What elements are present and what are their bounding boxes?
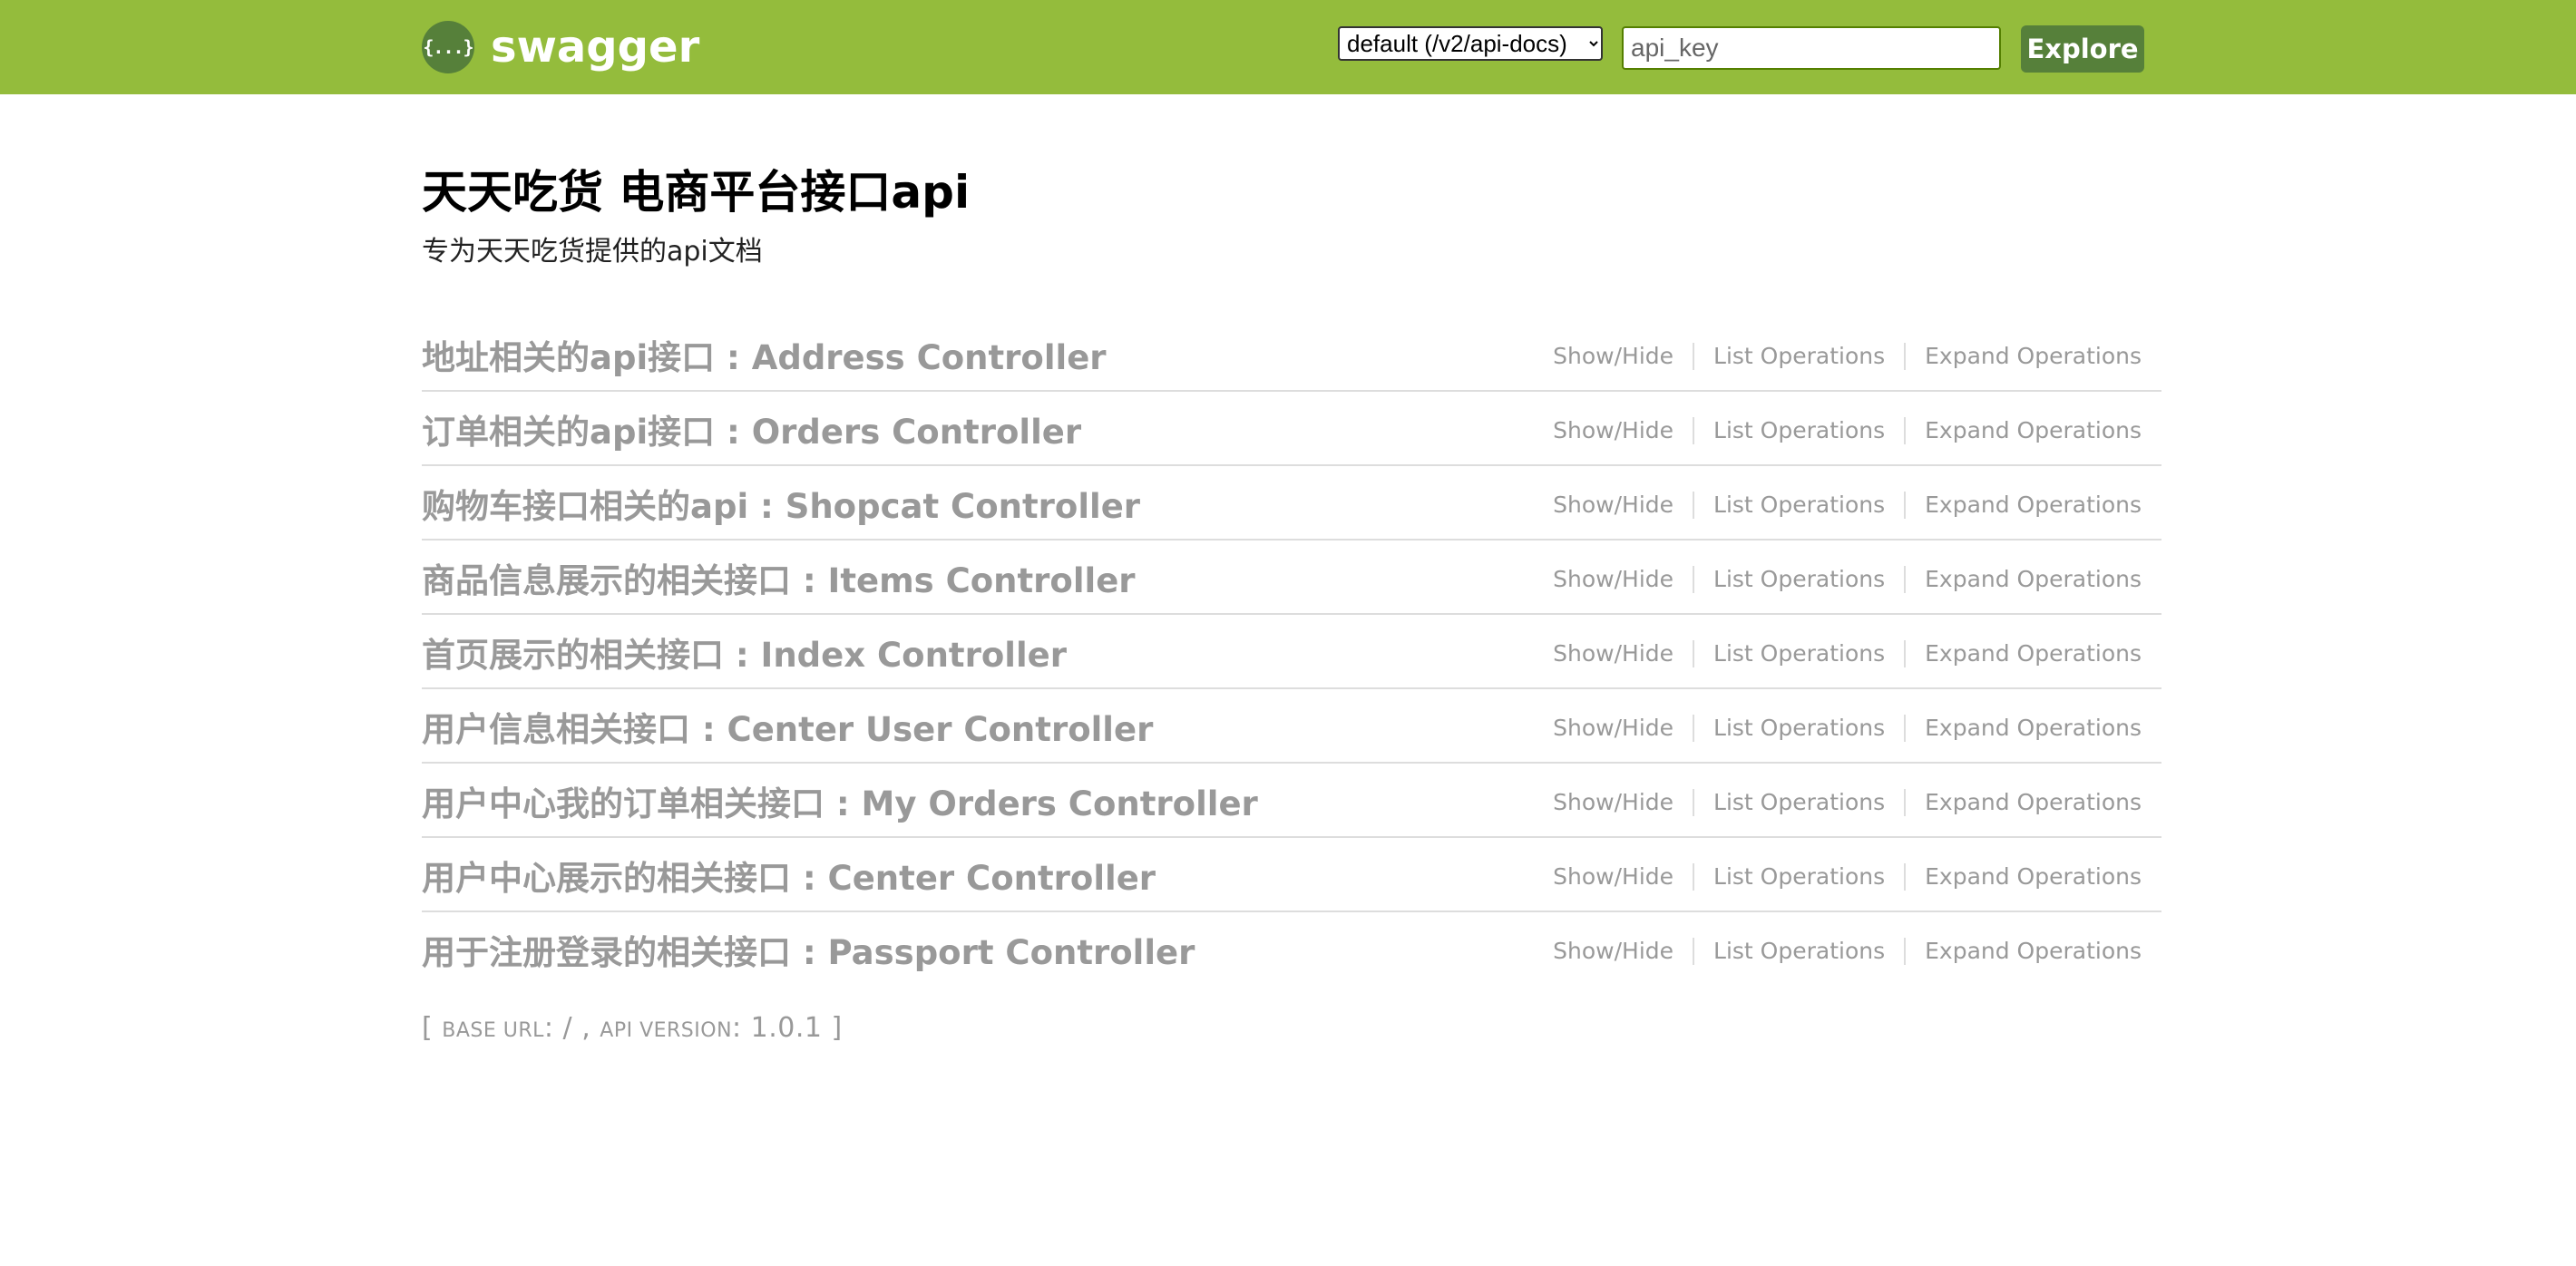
show-hide-link[interactable]: Show/Hide bbox=[1534, 938, 1693, 965]
base-url-value: : / , bbox=[543, 1012, 600, 1044]
show-hide-link[interactable]: Show/Hide bbox=[1534, 715, 1693, 742]
show-hide-link[interactable]: Show/Hide bbox=[1534, 863, 1693, 891]
api-key-input[interactable] bbox=[1622, 26, 2001, 70]
expand-operations-link[interactable]: Expand Operations bbox=[1904, 417, 2142, 444]
resource-operations: Show/Hide List Operations Expand Operati… bbox=[1534, 863, 2142, 891]
expand-operations-link[interactable]: Expand Operations bbox=[1904, 863, 2142, 891]
base-url-label: base url bbox=[442, 1019, 544, 1042]
resource-name-link[interactable]: 订单相关的api接口 : Orders Controller bbox=[422, 404, 1081, 453]
show-hide-link[interactable]: Show/Hide bbox=[1534, 789, 1693, 816]
resource-name-link[interactable]: 商品信息展示的相关接口 : Items Controller bbox=[422, 553, 1136, 602]
list-operations-link[interactable]: List Operations bbox=[1693, 566, 1904, 593]
swagger-brand[interactable]: {...} swagger bbox=[422, 18, 699, 76]
resource-row: 商品信息展示的相关接口 : Items Controller Show/Hide… bbox=[422, 540, 2161, 615]
brand-name: swagger bbox=[491, 22, 700, 73]
swagger-logo-icon: {...} bbox=[422, 21, 474, 73]
top-header: {...} swagger default (/v2/api-docs) Exp… bbox=[0, 0, 2576, 94]
show-hide-link[interactable]: Show/Hide bbox=[1534, 566, 1693, 593]
expand-operations-link[interactable]: Expand Operations bbox=[1904, 566, 2142, 593]
resource-operations: Show/Hide List Operations Expand Operati… bbox=[1534, 566, 2142, 593]
list-operations-link[interactable]: List Operations bbox=[1693, 715, 1904, 742]
resource-name-link[interactable]: 购物车接口相关的api : Shopcat Controller bbox=[422, 479, 1140, 528]
resource-operations: Show/Hide List Operations Expand Operati… bbox=[1534, 938, 2142, 965]
resource-row: 地址相关的api接口 : Address Controller Show/Hid… bbox=[422, 317, 2161, 392]
resource-operations: Show/Hide List Operations Expand Operati… bbox=[1534, 492, 2142, 519]
expand-operations-link[interactable]: Expand Operations bbox=[1904, 492, 2142, 519]
expand-operations-link[interactable]: Expand Operations bbox=[1904, 715, 2142, 742]
list-operations-link[interactable]: List Operations bbox=[1693, 938, 1904, 965]
expand-operations-link[interactable]: Expand Operations bbox=[1904, 789, 2142, 816]
list-operations-link[interactable]: List Operations bbox=[1693, 492, 1904, 519]
list-operations-link[interactable]: List Operations bbox=[1693, 343, 1904, 370]
resource-row: 用户信息相关接口 : Center User Controller Show/H… bbox=[422, 689, 2161, 764]
resource-name-link[interactable]: 首页展示的相关接口 : Index Controller bbox=[422, 628, 1067, 677]
resource-list: 地址相关的api接口 : Address Controller Show/Hid… bbox=[422, 317, 2161, 987]
resource-operations: Show/Hide List Operations Expand Operati… bbox=[1534, 417, 2142, 444]
resource-row: 用户中心我的订单相关接口 : My Orders Controller Show… bbox=[422, 764, 2161, 838]
list-operations-link[interactable]: List Operations bbox=[1693, 789, 1904, 816]
resource-operations: Show/Hide List Operations Expand Operati… bbox=[1534, 789, 2142, 816]
resource-operations: Show/Hide List Operations Expand Operati… bbox=[1534, 640, 2142, 667]
resource-name-link[interactable]: 用户中心展示的相关接口 : Center Controller bbox=[422, 851, 1156, 900]
list-operations-link[interactable]: List Operations bbox=[1693, 640, 1904, 667]
footer-open-bracket: [ bbox=[422, 1012, 443, 1044]
resource-row: 用户中心展示的相关接口 : Center Controller Show/Hid… bbox=[422, 838, 2161, 912]
expand-operations-link[interactable]: Expand Operations bbox=[1904, 640, 2142, 667]
page-description: 专为天天吃货提供的api文档 bbox=[422, 236, 763, 268]
api-version-value: : 1.0.1 ] bbox=[732, 1012, 843, 1044]
page-title: 天天吃货 电商平台接口api bbox=[422, 166, 971, 219]
resource-name-link[interactable]: 用户中心我的订单相关接口 : My Orders Controller bbox=[422, 776, 1258, 825]
list-operations-link[interactable]: List Operations bbox=[1693, 863, 1904, 891]
resource-row: 购物车接口相关的api : Shopcat Controller Show/Hi… bbox=[422, 466, 2161, 540]
api-version-label: api version bbox=[600, 1019, 733, 1042]
resource-row: 订单相关的api接口 : Orders Controller Show/Hide… bbox=[422, 392, 2161, 466]
resource-row: 首页展示的相关接口 : Index Controller Show/Hide L… bbox=[422, 615, 2161, 689]
resource-name-link[interactable]: 用户信息相关接口 : Center User Controller bbox=[422, 702, 1153, 751]
show-hide-link[interactable]: Show/Hide bbox=[1534, 492, 1693, 519]
resource-operations: Show/Hide List Operations Expand Operati… bbox=[1534, 715, 2142, 742]
api-info-footer: [ base url: / , api version: 1.0.1 ] bbox=[422, 1012, 843, 1044]
show-hide-link[interactable]: Show/Hide bbox=[1534, 640, 1693, 667]
expand-operations-link[interactable]: Expand Operations bbox=[1904, 938, 2142, 965]
expand-operations-link[interactable]: Expand Operations bbox=[1904, 343, 2142, 370]
resource-name-link[interactable]: 用于注册登录的相关接口 : Passport Controller bbox=[422, 925, 1195, 974]
resource-name-link[interactable]: 地址相关的api接口 : Address Controller bbox=[422, 330, 1107, 379]
show-hide-link[interactable]: Show/Hide bbox=[1534, 417, 1693, 444]
spec-url-select[interactable]: default (/v2/api-docs) bbox=[1338, 26, 1603, 61]
resource-row: 用于注册登录的相关接口 : Passport Controller Show/H… bbox=[422, 912, 2161, 987]
resource-operations: Show/Hide List Operations Expand Operati… bbox=[1534, 343, 2142, 370]
explore-button[interactable]: Explore bbox=[2021, 25, 2144, 73]
show-hide-link[interactable]: Show/Hide bbox=[1534, 343, 1693, 370]
list-operations-link[interactable]: List Operations bbox=[1693, 417, 1904, 444]
